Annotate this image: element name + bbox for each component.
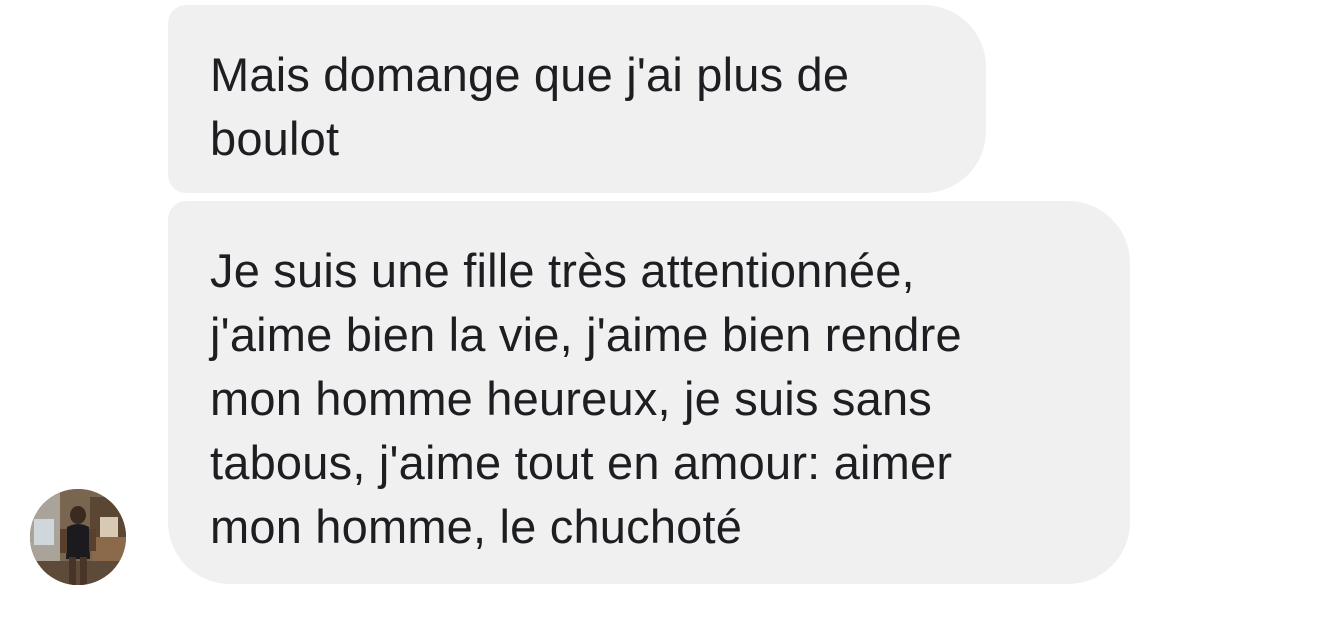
message-text-line: Mais domange que j'ai plus de bbox=[210, 48, 850, 101]
message-text-line: j'aime bien la vie, j'aime bien rendre bbox=[210, 308, 962, 361]
message-bubble[interactable]: Mais domange que j'ai plus de boulot bbox=[168, 5, 986, 193]
message-text-line: mon homme heureux, je suis sans bbox=[210, 372, 932, 425]
sender-avatar[interactable] bbox=[30, 489, 126, 585]
message-text-line: boulot bbox=[210, 112, 340, 165]
message-text-line: tabous, j'aime tout en amour: aimer bbox=[210, 436, 953, 489]
message-text-line: mon homme, le chuchoté bbox=[210, 500, 743, 553]
conversation-thread: Mais domange que j'ai plus de boulot Je … bbox=[0, 0, 1329, 637]
profile-photo-icon bbox=[30, 489, 126, 585]
message-bubble[interactable]: Je suis une fille très attentionnée, j'a… bbox=[168, 201, 1130, 584]
message-text-line: Je suis une fille très attentionnée, bbox=[210, 244, 915, 297]
